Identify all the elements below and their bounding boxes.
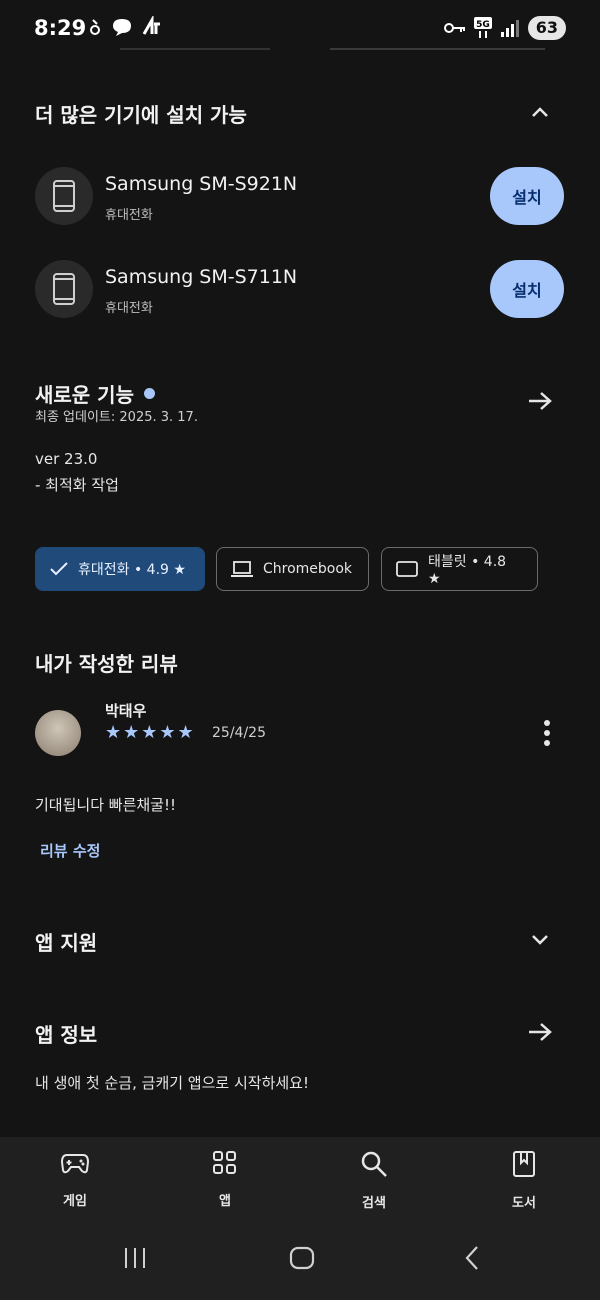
nav-search[interactable]: 검색 <box>329 1150 419 1211</box>
last-updated: 최종 업데이트: 2025. 3. 17. <box>35 410 198 425</box>
chip-label: 태블릿 • 4.8 ★ <box>427 554 507 587</box>
gamepad-icon <box>60 1154 90 1174</box>
device-avatar <box>35 167 93 225</box>
device-name: Samsung SM-S711N <box>105 266 298 288</box>
chip-chromebook[interactable]: Chromebook <box>216 547 369 591</box>
nav-games[interactable]: 게임 <box>30 1150 120 1209</box>
status-time: 8:29 <box>34 16 87 40</box>
tablet-icon <box>396 561 418 577</box>
divider <box>330 48 545 50</box>
review-stars: ★★★★★ <box>105 722 196 743</box>
svg-text:5G: 5G <box>476 20 490 30</box>
install-button[interactable]: 설치 <box>490 260 564 318</box>
device-type: 휴대전화 <box>105 301 153 316</box>
search-icon <box>361 1151 387 1177</box>
back-button[interactable] <box>460 1245 486 1271</box>
status-notification-icons <box>88 16 162 38</box>
recent-apps-icon <box>125 1248 145 1268</box>
device-type: 휴대전화 <box>105 208 153 223</box>
whats-new-header[interactable]: 새로운 기능 <box>35 379 155 408</box>
expand-button[interactable] <box>520 919 560 959</box>
home-button[interactable] <box>289 1245 315 1271</box>
app-info-arrow-button[interactable] <box>520 1012 560 1052</box>
app-info-title[interactable]: 앱 정보 <box>35 1019 97 1048</box>
arrow-right-icon <box>529 392 552 410</box>
back-icon <box>465 1246 478 1270</box>
install-button[interactable]: 설치 <box>490 167 564 225</box>
nav-label: 검색 <box>362 1196 386 1211</box>
device-avatar <box>35 260 93 318</box>
divider <box>120 48 270 50</box>
app-support-title[interactable]: 앱 지원 <box>35 927 97 956</box>
nav-books[interactable]: 도서 <box>479 1150 569 1211</box>
notification-icon <box>90 19 100 35</box>
nav-label: 게임 <box>63 1194 87 1209</box>
laptop-icon <box>231 561 253 577</box>
review-author: 박태우 <box>105 702 147 720</box>
key-icon <box>443 23 465 33</box>
phone-icon <box>53 180 75 212</box>
avatar <box>35 710 81 756</box>
device-name: Samsung SM-S921N <box>105 173 298 195</box>
nav-label: 도서 <box>512 1196 536 1211</box>
version-text: ver 23.0 <box>35 450 98 468</box>
update-note: - 최적화 작업 <box>35 476 119 494</box>
chip-label: 휴대전화 • 4.9 ★ <box>78 562 186 578</box>
nav-label: 앱 <box>219 1194 231 1209</box>
chat-bubble-icon <box>113 19 131 36</box>
nav-apps[interactable]: 앱 <box>180 1150 270 1209</box>
more-vert-icon <box>544 720 550 746</box>
phone-icon <box>53 273 75 305</box>
book-icon <box>513 1151 535 1177</box>
apps-grid-icon <box>213 1151 236 1174</box>
review-date: 25/4/25 <box>212 725 266 741</box>
status-system-icons: 5G 63 <box>443 16 566 40</box>
app-notification-icon <box>142 16 160 35</box>
arrow-right-icon <box>529 1023 552 1041</box>
signal-icon <box>500 20 519 37</box>
edit-review-link[interactable]: 리뷰 수정 <box>40 840 100 861</box>
my-review-title: 내가 작성한 리뷰 <box>35 652 178 676</box>
chevron-down-icon <box>532 935 548 945</box>
whats-new-title: 새로운 기능 <box>35 383 134 407</box>
battery-level: 63 <box>527 16 566 40</box>
new-indicator-dot <box>143 388 155 399</box>
app-description: 내 생애 첫 순금, 금캐기 앱으로 시작하세요! <box>35 1074 309 1092</box>
collapse-button[interactable] <box>520 92 560 132</box>
install-more-title: 더 많은 기기에 설치 가능 <box>35 103 247 127</box>
chevron-up-icon <box>532 107 548 117</box>
chip-phone[interactable]: 휴대전화 • 4.9 ★ <box>35 547 205 591</box>
chip-label: Chromebook <box>263 561 353 577</box>
home-icon <box>289 1246 315 1270</box>
chip-tablet[interactable]: 태블릿 • 4.8 ★ <box>381 547 538 591</box>
whats-new-arrow-button[interactable] <box>520 381 560 421</box>
check-icon <box>50 562 68 576</box>
recent-apps-button[interactable] <box>122 1245 148 1271</box>
review-text: 기대됩니다 빠른채굴!! <box>35 796 176 814</box>
5g-icon: 5G <box>473 17 492 38</box>
review-more-button[interactable] <box>527 713 567 753</box>
